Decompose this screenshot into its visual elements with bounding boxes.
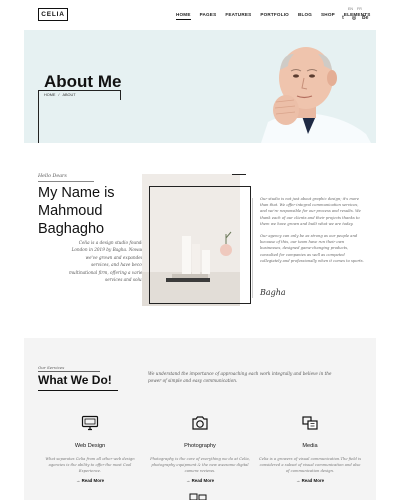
twitter-icon[interactable]: t: [340, 15, 346, 21]
monitor-icon: [81, 415, 99, 431]
read-more-link[interactable]: → Read More: [38, 478, 142, 483]
services-description: We understand the importance of approach…: [148, 371, 332, 384]
nav-shop[interactable]: SHOP: [321, 12, 335, 17]
breadcrumb-current: ABOUT: [62, 93, 76, 97]
lang-fr[interactable]: FR: [357, 7, 362, 11]
breadcrumb-separator: /: [58, 93, 60, 97]
services-eyebrow: Our Services: [38, 365, 65, 370]
photo-frame: [149, 186, 251, 304]
site-logo[interactable]: CELIA: [38, 8, 68, 21]
nav-blog[interactable]: BLOG: [298, 12, 312, 17]
breadcrumb: HOME / ABOUT: [44, 93, 76, 97]
services-heading: What We Do!: [38, 373, 112, 387]
behance-icon[interactable]: Be: [362, 15, 368, 21]
about-paragraph: Our agency can only be as strong as our …: [260, 234, 364, 263]
read-more-link[interactable]: → Read More: [258, 478, 362, 483]
lang-en[interactable]: EN: [348, 7, 353, 11]
about-paragraph: Our studio is not just about graphic des…: [260, 197, 361, 226]
language-switcher: EN FR: [348, 7, 362, 11]
divider: [38, 371, 100, 372]
about-body: Our studio is not just about graphic des…: [260, 196, 364, 270]
next-service-icon: [189, 493, 207, 500]
about-eyebrow: Hello Dears: [38, 174, 67, 179]
breadcrumb-home[interactable]: HOME: [44, 93, 55, 97]
service-text: Photography is the core of everything we…: [150, 457, 250, 473]
divider: [38, 181, 94, 182]
site-header: CELIA HOME PAGES FEATURES PORTFOLIO BLOG…: [0, 0, 400, 30]
portrait-photo: [206, 30, 376, 143]
service-card-media: Media Celia is a growers of visual commu…: [258, 414, 362, 483]
social-links: t ◎ Be: [340, 15, 368, 21]
camera-icon: [192, 416, 208, 430]
signature: Bagha: [260, 288, 286, 297]
service-title: Photography: [184, 443, 216, 449]
read-more-link[interactable]: → Read More: [148, 478, 252, 483]
hero-title-frame: [38, 90, 120, 143]
service-title: Media: [302, 443, 318, 449]
service-text: Celia is a growers of visual communicati…: [258, 457, 362, 473]
about-intro: Celia is a design studio founded in Lond…: [68, 240, 152, 283]
nav-pages[interactable]: PAGES: [200, 12, 217, 17]
nav-portfolio[interactable]: PORTFOLIO: [260, 12, 289, 17]
service-text: What separates Celia from all other web …: [45, 457, 135, 473]
about-heading: My Name is Mahmoud Baghagho: [38, 185, 115, 237]
media-icon: [302, 416, 318, 430]
divider: [252, 198, 253, 298]
instagram-icon[interactable]: ◎: [351, 15, 357, 21]
service-card-web-design: Web Design What separates Celia from all…: [38, 414, 142, 483]
nav-home[interactable]: HOME: [176, 12, 191, 20]
service-card-photography: Photography Photography is the core of e…: [148, 414, 252, 483]
divider: [38, 390, 118, 391]
photo-frame-accent: [232, 174, 246, 175]
page-title: About Me: [44, 72, 122, 91]
nav-features[interactable]: FEATURES: [225, 12, 251, 17]
service-title: Web Design: [74, 443, 106, 449]
